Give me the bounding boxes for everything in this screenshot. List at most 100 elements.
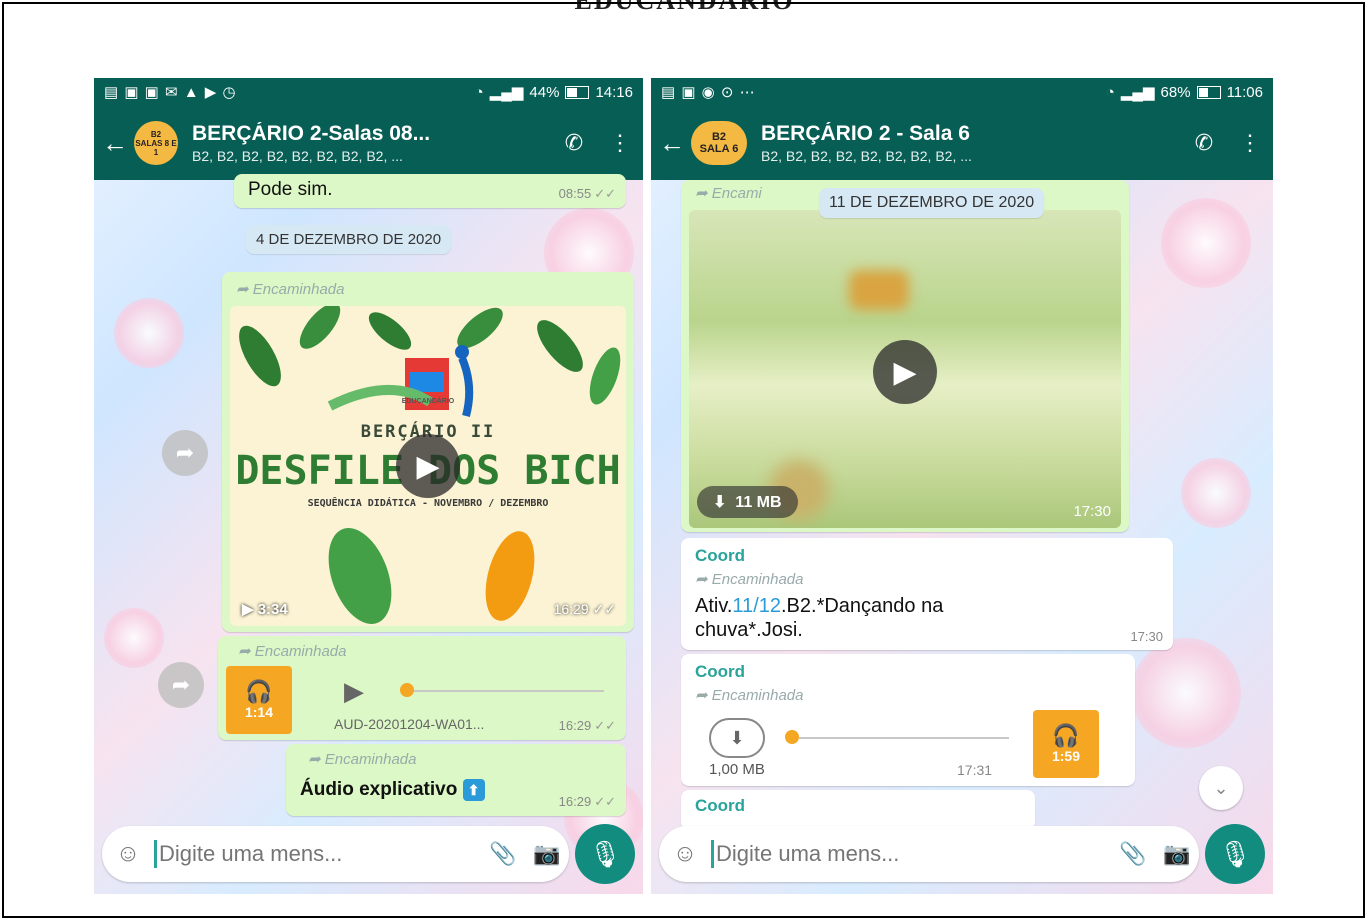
video-thumbnail[interactable]: EDUCANDÁRIO BERÇÁRIO II DESFILE DOS BICH…: [230, 306, 626, 626]
message-text: Pode sim.: [248, 179, 333, 200]
wifi-icon: ◔: [1105, 83, 1115, 101]
sender-name: Coord: [695, 546, 746, 565]
attach-icon[interactable]: 📎: [1111, 841, 1155, 867]
chat-participants: B2, B2, B2, B2, B2, B2, B2, B2, ...: [761, 148, 972, 164]
phone-screenshot-left: ▤ ▣ ▣ ✉ ▲ ▶ ◷ ◔ ▂▄▆ 44% 14:16 ← B2 SALAS…: [94, 78, 643, 894]
message-text: Ativ.11/12.B2.*Dançando na chuva*.Josi.: [695, 595, 944, 641]
background-petal: [1161, 198, 1251, 288]
group-avatar[interactable]: B2 SALA 6: [691, 121, 747, 165]
chat-title-block[interactable]: BERÇÁRIO 2-Salas 08... B2, B2, B2, B2, B…: [192, 122, 551, 164]
message-bubble[interactable]: Coord ➦ Encaminhada Ativ.11/12.B2.*Dança…: [681, 538, 1173, 650]
wifi-icon: ◔: [474, 83, 484, 101]
scroll-to-bottom-icon[interactable]: ⌄: [1199, 766, 1243, 810]
message-time: 16:29 ✓✓: [558, 718, 616, 733]
message-time: 17:30: [1073, 503, 1111, 520]
video-message-bubble[interactable]: ➦ Encami ▶ ⬇ 11 MB 17:30: [681, 180, 1129, 532]
date-link[interactable]: 12: [759, 595, 781, 617]
emoji-icon[interactable]: ☺: [659, 840, 711, 868]
audio-play-icon[interactable]: ▶: [344, 676, 364, 707]
microphone-icon[interactable]: 🎙: [1205, 824, 1265, 884]
video-logo-text: EDUCANDÁRIO: [401, 398, 455, 405]
avatar-label: B2: [150, 129, 162, 139]
audio-seek-thumb[interactable]: [400, 683, 414, 697]
battery-level: 68%: [1160, 83, 1191, 101]
audio-avatar-tile: 🎧 1:59: [1033, 710, 1099, 778]
chat-title: BERÇÁRIO 2-Salas 08...: [192, 122, 431, 145]
message-time: 16:29 ✓✓: [558, 794, 616, 809]
phone-screenshot-right: ▤ ▣ ◉ ⊙ ⋯ ◔ ▂▄▆ 68% 11:06 ← B2 SALA 6 BE…: [651, 78, 1273, 894]
battery-icon: [1196, 85, 1221, 99]
avatar-sublabel: SALAS 8 E 1: [135, 138, 177, 157]
forwarded-label: ➦ Encaminhada: [236, 281, 345, 298]
status-bar: ▤ ▣ ▣ ✉ ▲ ▶ ◷ ◔ ▂▄▆ 44% 14:16: [94, 78, 643, 106]
date-divider: 4 DE DEZEMBRO DE 2020: [246, 225, 452, 254]
back-arrow-icon[interactable]: ←: [102, 128, 130, 159]
battery-level: 44%: [529, 83, 560, 101]
status-bar: ▤ ▣ ◉ ⊙ ⋯ ◔ ▂▄▆ 68% 11:06: [651, 78, 1273, 106]
video-message-bubble[interactable]: ➦ Encaminhada EDUCANDÁRIO BERÇÁRIO II DE…: [222, 272, 634, 632]
message-composer: ☺ 📎 📷: [659, 826, 1199, 882]
add-call-icon[interactable]: ✆: [551, 130, 597, 156]
camera-icon[interactable]: 📷: [525, 841, 569, 867]
camera-icon[interactable]: 📷: [1155, 841, 1199, 867]
sender-name: Coord: [695, 796, 746, 815]
audio-file-size: 1,00 MB: [709, 761, 765, 778]
signal-icon: ▂▄▆: [489, 84, 524, 101]
avatar-sublabel: SALA 6: [699, 143, 739, 155]
date-link[interactable]: 11: [732, 595, 753, 617]
add-call-icon[interactable]: ✆: [1181, 130, 1227, 156]
chat-header: ← B2 SALA 6 BERÇÁRIO 2 - Sala 6 B2, B2, …: [651, 106, 1273, 180]
clock: 11:06: [1226, 83, 1263, 101]
forwarded-label: ➦ Encaminhada: [308, 751, 417, 768]
play-icon[interactable]: ▶: [873, 340, 937, 404]
message-input[interactable]: [157, 840, 481, 868]
audio-duration: 1:14: [244, 704, 274, 720]
background-petal: [114, 298, 184, 368]
message-time: 08:55 ✓✓: [558, 186, 616, 201]
signal-icon: ▂▄▆: [1120, 84, 1155, 101]
notification-icons: ▤ ▣ ◉ ⊙ ⋯: [661, 84, 756, 101]
message-time: 16:29 ✓✓: [553, 601, 616, 617]
message-time: 17:30: [1130, 629, 1163, 644]
video-subtitle: SEQUÊNCIA DIDÁTICA - NOVEMBRO / DEZEMBRO: [307, 498, 549, 509]
background-petal: [1131, 638, 1241, 748]
forwarded-label: ➦ Encaminhada: [695, 687, 804, 704]
microphone-icon[interactable]: 🎙: [575, 824, 635, 884]
chat-title-block[interactable]: BERÇÁRIO 2 - Sala 6 B2, B2, B2, B2, B2, …: [761, 122, 1181, 164]
notification-icons: ▤ ▣ ▣ ✉ ▲ ▶ ◷: [104, 84, 237, 101]
message-time: 17:31: [957, 762, 993, 778]
audio-message-bubble[interactable]: ➦ Encaminhada 🎧 1:14 ▶ AUD-20201204-WA01…: [218, 636, 626, 740]
emoji-icon[interactable]: ☺: [102, 840, 154, 868]
sender-name: Coord: [695, 662, 746, 681]
play-icon[interactable]: ▶: [396, 434, 460, 498]
forward-button[interactable]: ➦: [158, 662, 204, 708]
more-options-icon[interactable]: ⋮: [1227, 130, 1273, 156]
video-duration: ▶ 3:34: [242, 601, 288, 618]
video-thumbnail-blurred[interactable]: ▶ ⬇ 11 MB 17:30: [689, 210, 1121, 528]
message-bubble[interactable]: Coord: [681, 790, 1035, 830]
message-bubble[interactable]: ➦ Encaminhada Áudio explicativo ⬆ 16:29 ✓…: [286, 744, 626, 816]
background-petal: [104, 608, 164, 668]
forwarded-label: ➦ Encaminhada: [695, 571, 804, 588]
forwarded-label: ➦ Encami: [695, 185, 762, 202]
message-text: Áudio explicativo ⬆: [300, 778, 485, 802]
headphones-icon: 🎧: [1052, 723, 1080, 748]
date-divider: 11 DE DEZEMBRO DE 2020: [819, 188, 1045, 218]
audio-message-bubble[interactable]: Coord ➦ Encaminhada ⬇ 1,00 MB 17:31 🎧 1:…: [681, 654, 1135, 786]
group-avatar[interactable]: B2 SALAS 8 E 1: [134, 121, 178, 165]
forwarded-label: ➦ Encaminhada: [238, 643, 347, 660]
more-options-icon[interactable]: ⋮: [597, 130, 643, 156]
audio-seek-track[interactable]: [799, 737, 1009, 739]
background-petal: [1181, 458, 1251, 528]
audio-seek-track[interactable]: [408, 690, 604, 692]
message-input[interactable]: [714, 840, 1111, 868]
download-video-button[interactable]: ⬇ 11 MB: [697, 486, 798, 518]
back-arrow-icon[interactable]: ←: [659, 128, 687, 159]
forward-button[interactable]: ➦: [162, 430, 208, 476]
battery-icon: [565, 85, 590, 99]
message-bubble[interactable]: Pode sim. 08:55 ✓✓: [234, 174, 626, 208]
download-audio-button[interactable]: ⬇: [709, 718, 765, 758]
chat-title: BERÇÁRIO 2 - Sala 6: [761, 122, 970, 145]
attach-icon[interactable]: 📎: [481, 841, 525, 867]
audio-seek-thumb[interactable]: [785, 730, 799, 744]
